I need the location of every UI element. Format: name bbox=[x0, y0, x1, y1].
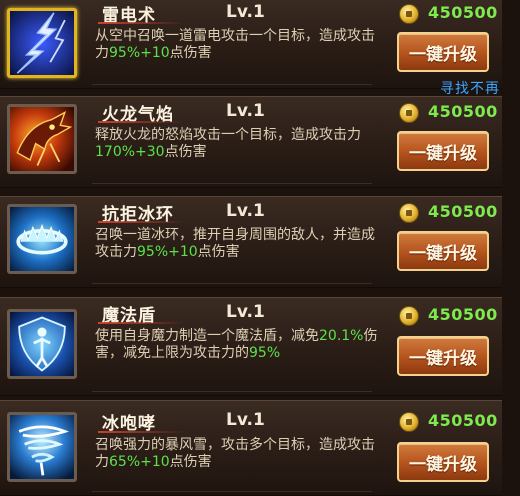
upgrade-button[interactable]: 一键升级 bbox=[397, 442, 489, 482]
skill-icon-frame[interactable] bbox=[7, 104, 77, 174]
desc-text: 点伤害 bbox=[164, 144, 207, 160]
gold-coin-icon bbox=[399, 412, 419, 432]
skill-level: Lv.1 bbox=[226, 302, 265, 322]
gold-coin-icon bbox=[399, 4, 419, 24]
gold-coin-icon bbox=[399, 103, 419, 123]
desc-highlight: 20.1% bbox=[319, 328, 364, 344]
skill-row[interactable]: 抗拒冰环 Lv.1 召唤一道冰环，推开自身周围的敌人，并造成攻击力95%+10点… bbox=[0, 196, 502, 288]
upgrade-button[interactable]: 一键升级 bbox=[397, 231, 489, 271]
skill-level: Lv.1 bbox=[226, 2, 265, 22]
desc-text: 点伤害 bbox=[169, 45, 212, 61]
skill-row[interactable]: 火龙气焰 Lv.1 释放火龙的怒焰攻击一个目标，造成攻击力170%+30点伤害 … bbox=[0, 96, 502, 188]
upgrade-button[interactable]: 一键升级 bbox=[397, 131, 489, 171]
upgrade-cost: 450500 bbox=[428, 3, 498, 22]
skill-icon-frame[interactable] bbox=[7, 309, 77, 379]
desc-highlight: 65%+10 bbox=[109, 454, 170, 470]
upgrade-cost: 450500 bbox=[428, 102, 498, 121]
desc-text: 点伤害 bbox=[169, 454, 212, 470]
name-underline bbox=[98, 121, 184, 123]
upgrade-cost: 450500 bbox=[428, 305, 498, 324]
desc-highlight: 170%+30 bbox=[95, 144, 165, 160]
desc-highlight: 95%+10 bbox=[109, 45, 170, 61]
ice-storm-icon bbox=[10, 415, 74, 479]
overlay-hint-text: 寻找不再 bbox=[440, 81, 500, 97]
skill-description: 释放火龙的怒焰攻击一个目标，造成攻击力170%+30点伤害 bbox=[95, 127, 383, 161]
skill-level: Lv.1 bbox=[226, 201, 265, 221]
skill-icon-frame[interactable] bbox=[7, 8, 77, 78]
skill-level: Lv.1 bbox=[226, 101, 265, 121]
desc-text: 点伤害 bbox=[197, 244, 240, 260]
fire-dragon-icon bbox=[10, 107, 74, 171]
upgrade-button[interactable]: 一键升级 bbox=[397, 32, 489, 72]
name-underline bbox=[98, 431, 184, 433]
skill-description: 从空中召唤一道雷电攻击一个目标，造成攻击力95%+10点伤害 bbox=[95, 28, 383, 62]
skill-row[interactable]: 雷电术 Lv.1 从空中召唤一道雷电攻击一个目标，造成攻击力95%+10点伤害 … bbox=[0, 0, 502, 89]
name-underline bbox=[98, 22, 184, 24]
ice-ring-icon bbox=[10, 207, 74, 271]
skill-icon-frame[interactable] bbox=[7, 412, 77, 482]
skill-list: 雷电术 Lv.1 从空中召唤一道雷电攻击一个目标，造成攻击力95%+10点伤害 … bbox=[0, 0, 520, 496]
skill-level: Lv.1 bbox=[226, 410, 265, 430]
name-underline bbox=[98, 221, 184, 223]
desc-text: 释放火龙的怒焰攻击一个目标，造成攻击力 bbox=[95, 127, 361, 143]
desc-text: 使用自身魔力制造一个魔法盾，减免 bbox=[95, 328, 319, 344]
desc-highlight: 95% bbox=[249, 345, 281, 361]
skill-row[interactable]: 魔法盾 Lv.1 使用自身魔力制造一个魔法盾，减免20.1%伤害，减免上限为攻击… bbox=[0, 297, 502, 396]
skill-description: 召唤一道冰环，推开自身周围的敌人，并造成攻击力95%+10点伤害 bbox=[95, 227, 383, 261]
skill-description: 召唤强力的暴风雪，攻击多个目标，造成攻击力65%+10点伤害 bbox=[95, 437, 383, 471]
upgrade-button[interactable]: 一键升级 bbox=[397, 336, 489, 376]
skill-description: 使用自身魔力制造一个魔法盾，减免20.1%伤害，减免上限为攻击力的95% bbox=[95, 328, 383, 362]
gold-coin-icon bbox=[399, 203, 419, 223]
desc-highlight: 95%+10 bbox=[137, 244, 198, 260]
gold-coin-icon bbox=[399, 306, 419, 326]
skill-row[interactable]: 冰咆哮 Lv.1 召唤强力的暴风雪，攻击多个目标，造成攻击力65%+10点伤害 … bbox=[0, 400, 502, 496]
upgrade-cost: 450500 bbox=[428, 202, 498, 221]
upgrade-cost: 450500 bbox=[428, 411, 498, 430]
magic-shield-icon bbox=[10, 312, 74, 376]
lightning-icon bbox=[10, 11, 74, 75]
name-underline bbox=[98, 322, 184, 324]
skill-icon-frame[interactable] bbox=[7, 204, 77, 274]
